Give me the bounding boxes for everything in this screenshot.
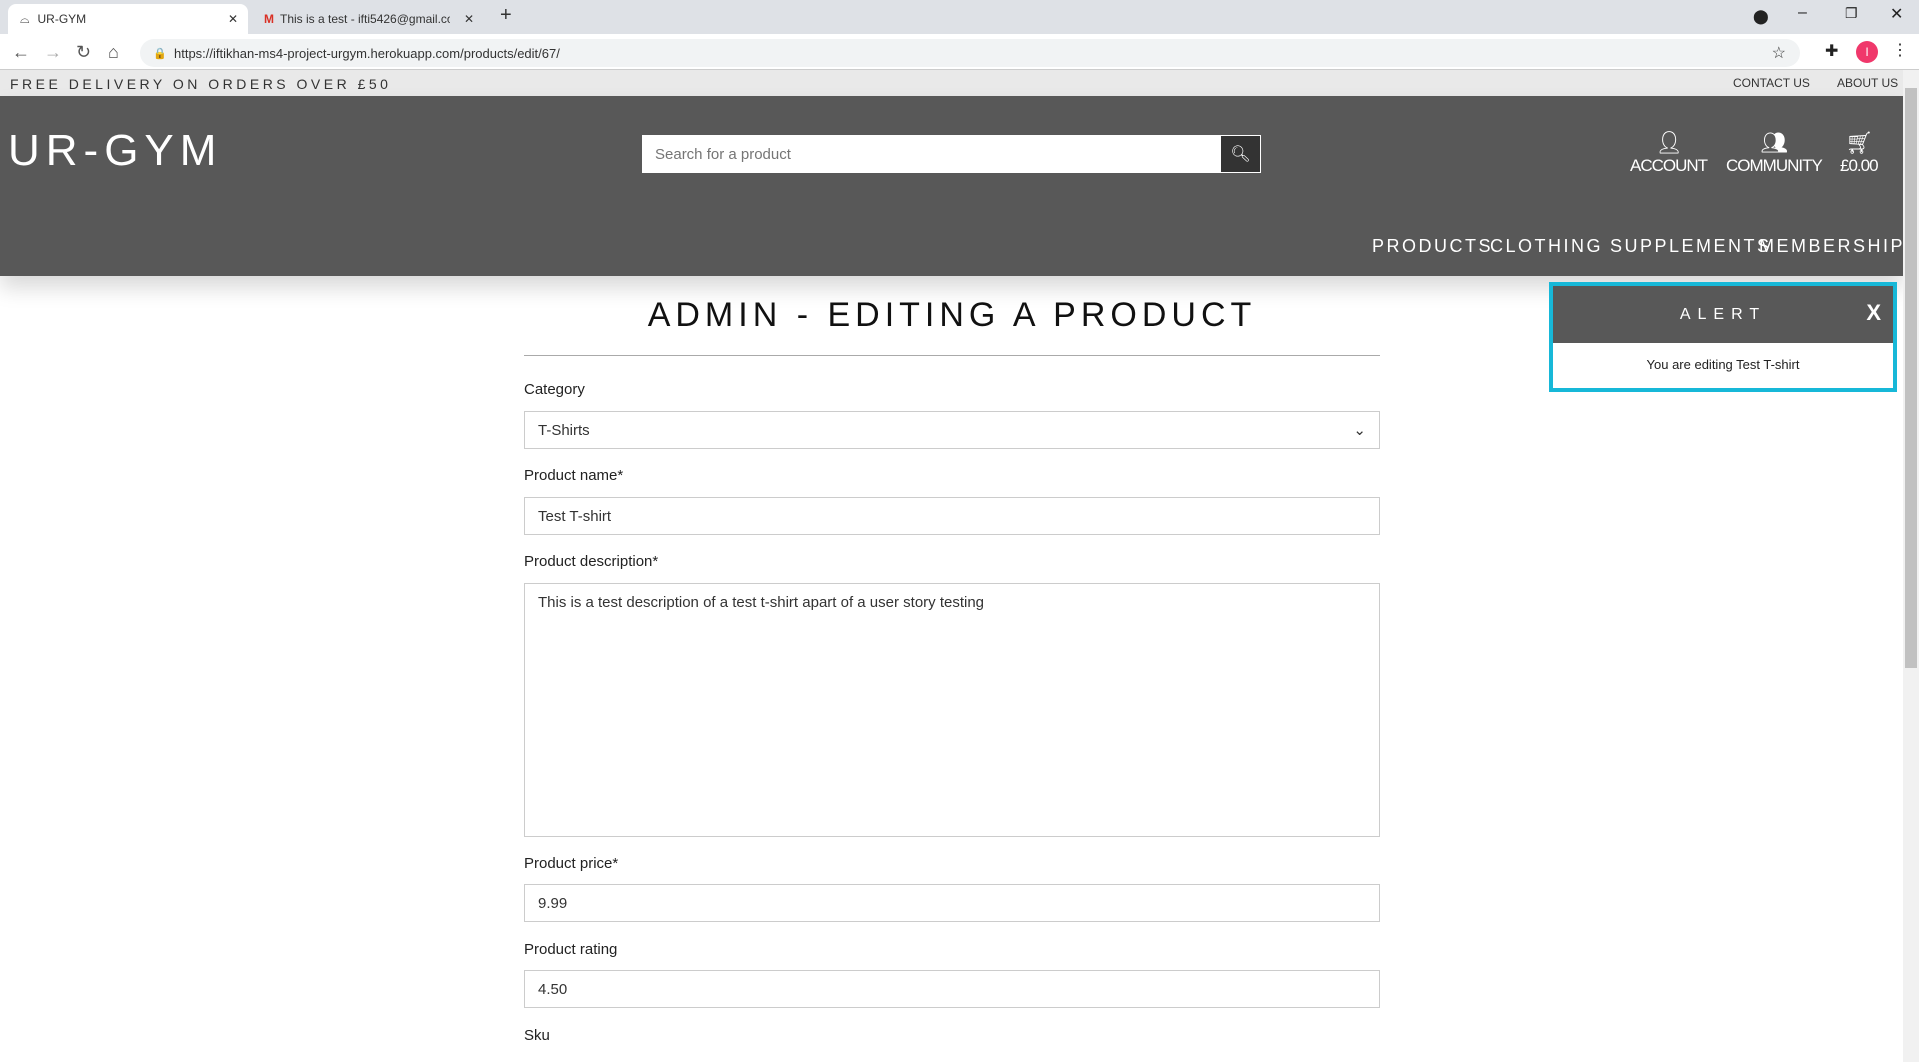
user-icon: 👤︎: [1655, 130, 1683, 155]
close-window-icon[interactable]: ✕: [1890, 4, 1903, 24]
page-title: ADMIN - EDITING A PRODUCT: [524, 296, 1380, 356]
gmail-icon: M: [264, 12, 274, 26]
scrollbar-thumb[interactable]: [1905, 88, 1917, 668]
basket-link[interactable]: 🛒︎ £0.00: [1840, 130, 1879, 176]
reload-icon[interactable]: ↻: [76, 42, 91, 63]
forward-icon[interactable]: →: [44, 42, 62, 63]
restore-icon[interactable]: ❐: [1845, 5, 1858, 22]
favicon-icon: ⌓: [20, 11, 30, 26]
promo-bar: FREE DELIVERY ON ORDERS OVER £50: [0, 70, 1903, 96]
product-name-input[interactable]: Test T-shirt: [524, 497, 1380, 535]
alert-header: ALERT X: [1553, 286, 1893, 343]
bookmark-star-icon[interactable]: ☆: [1772, 43, 1786, 63]
profile-initial: I: [1865, 45, 1869, 59]
about-us-link[interactable]: ABOUT US: [1837, 76, 1898, 90]
menu-icon[interactable]: ⋮: [1892, 40, 1908, 60]
product-description-value: This is a test description of a test t-s…: [538, 594, 985, 611]
tab-title: UR-GYM: [37, 12, 87, 26]
close-icon[interactable]: X: [1866, 300, 1881, 326]
alert-message: You are editing Test T-shirt: [1646, 357, 1800, 372]
url-field[interactable]: 🔒 https://iftikhan-ms4-project-urgym.her…: [140, 39, 1800, 67]
site-header: UR-GYM 🔍︎ 👤︎ACCOUNT 👥︎COMMUNITY 🛒︎£0.00 …: [0, 96, 1917, 276]
account-label: ACCOUNT: [1630, 156, 1708, 175]
users-icon: 👥︎: [1760, 130, 1788, 155]
nav-clothing[interactable]: CLOTHING: [1490, 236, 1603, 257]
tab-ur-gym[interactable]: ⌓ UR-GYM ✕: [8, 4, 248, 34]
product-description-textarea[interactable]: This is a test description of a test t-s…: [524, 583, 1380, 837]
product-price-value: 9.99: [538, 894, 568, 912]
category-label: Category: [524, 381, 585, 398]
minimize-icon[interactable]: –: [1798, 4, 1807, 22]
url-text: https://iftikhan-ms4-project-urgym.herok…: [174, 45, 560, 61]
product-rating-label: Product rating: [524, 941, 618, 958]
product-description-label: Product description*: [524, 553, 659, 570]
sku-label: Sku: [524, 1027, 550, 1044]
product-rating-input[interactable]: 4.50: [524, 970, 1380, 1008]
community-link[interactable]: 👥︎ COMMUNITY: [1726, 130, 1823, 176]
category-select[interactable]: T-Shirts ⌄: [524, 411, 1380, 449]
search-button[interactable]: 🔍︎: [1220, 135, 1261, 173]
account-link[interactable]: 👤︎ ACCOUNT: [1630, 130, 1708, 176]
tab-title: This is a test - ifti5426@gmail.com: [280, 12, 450, 26]
address-bar-row: ← → ↻ ⌂ 🔒 https://iftikhan-ms4-project-u…: [0, 34, 1919, 70]
product-price-input[interactable]: 9.99: [524, 884, 1380, 922]
chevron-down-icon: ⌄: [1353, 422, 1366, 439]
product-name-value: Test T-shirt: [538, 507, 612, 525]
product-rating-value: 4.50: [538, 980, 568, 998]
product-name-label: Product name*: [524, 467, 624, 484]
contact-us-link[interactable]: CONTACT US: [1733, 76, 1810, 90]
product-price-label: Product price*: [524, 855, 619, 872]
extensions-icon[interactable]: ✚: [1825, 41, 1838, 61]
tab-gmail[interactable]: M This is a test - ifti5426@gmail.com ✕: [252, 4, 484, 34]
search-input[interactable]: [642, 135, 1220, 173]
nav-products[interactable]: PRODUCTS: [1372, 236, 1493, 257]
browser-tab-bar: ⌓ UR-GYM ✕ M This is a test - ifti5426@g…: [0, 0, 1919, 34]
lock-icon: 🔒: [153, 47, 167, 60]
alert-title: ALERT: [1679, 305, 1767, 323]
close-tab-icon[interactable]: ✕: [464, 12, 474, 26]
back-icon[interactable]: ←: [12, 42, 30, 63]
category-value: T-Shirts: [538, 421, 590, 439]
profile-avatar[interactable]: I: [1856, 41, 1878, 63]
alert-toast: ALERT X You are editing Test T-shirt: [1549, 282, 1897, 392]
basket-total: £0.00: [1840, 156, 1879, 175]
tab-search-icon[interactable]: ⬤: [1753, 8, 1769, 25]
search-icon: 🔍︎: [1230, 146, 1251, 163]
site-logo[interactable]: UR-GYM: [8, 126, 222, 176]
new-tab-icon[interactable]: +: [500, 4, 512, 27]
community-label: COMMUNITY: [1726, 156, 1823, 175]
close-tab-icon[interactable]: ✕: [228, 12, 238, 26]
nav-supplements[interactable]: SUPPLEMENTS: [1610, 236, 1772, 257]
home-icon[interactable]: ⌂: [108, 42, 119, 63]
cart-icon: 🛒︎: [1845, 130, 1873, 155]
nav-memberships[interactable]: MEMBERSHIPS: [1759, 236, 1919, 257]
promo-text: FREE DELIVERY ON ORDERS OVER £50: [10, 76, 392, 92]
